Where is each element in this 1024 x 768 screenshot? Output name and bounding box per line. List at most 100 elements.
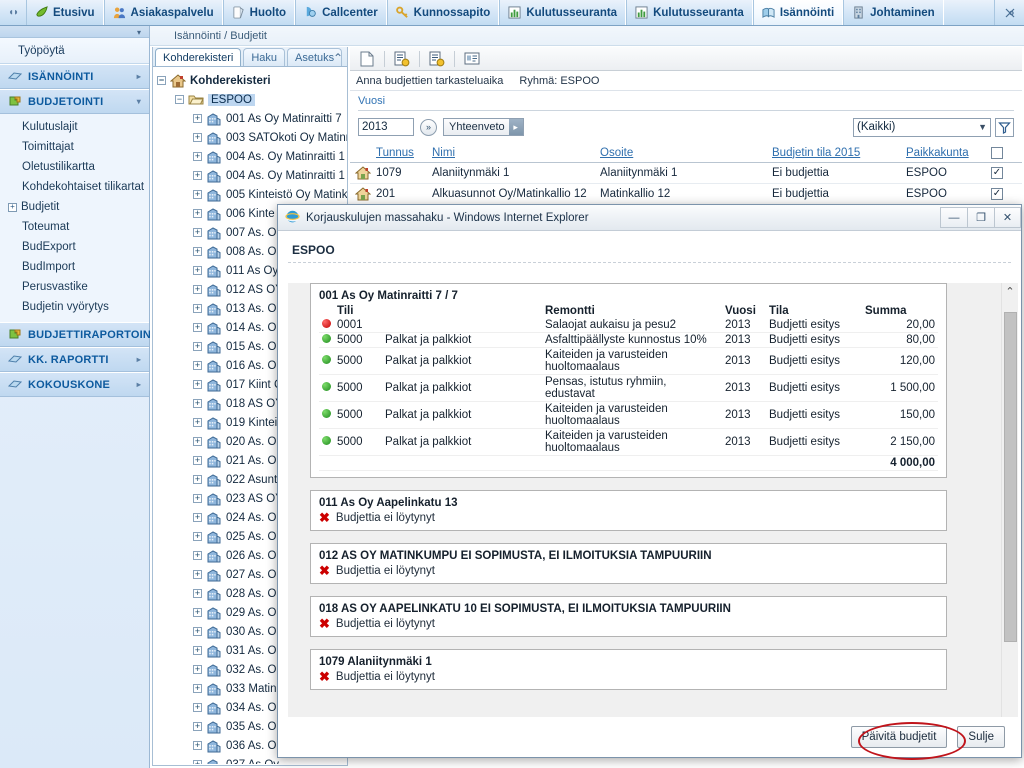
expand-plus-icon[interactable]: + <box>193 380 202 389</box>
expand-plus-icon[interactable]: + <box>193 418 202 427</box>
grid-header-tunnus[interactable]: Tunnus <box>376 147 432 159</box>
sidebar-collapse-bar[interactable]: ▾ <box>0 26 149 38</box>
grid-header-osoite[interactable]: Osoite <box>600 147 772 159</box>
table-row[interactable]: 201 Alkuasunnot Oy/Matinkallio 12 Matinkal… <box>350 184 1022 205</box>
summary-button[interactable]: Yhteenveto ▸ <box>443 118 524 136</box>
expand-plus-icon[interactable]: + <box>8 202 17 212</box>
dialog-close-button[interactable]: ✕ <box>994 207 1021 228</box>
tree-node[interactable]: +001 As Oy Matinraitti 7 <box>157 109 347 128</box>
sidebar-item-toimittajat[interactable]: Toimittajat <box>0 137 149 157</box>
sidebar-item-kohdekohtaiset-tilikartat[interactable]: Kohdekohtaiset tilikartat <box>0 177 149 197</box>
expand-plus-icon[interactable]: + <box>193 589 202 598</box>
expand-plus-icon[interactable]: + <box>193 703 202 712</box>
sidebar-item-toteumat[interactable]: Toteumat <box>0 217 149 237</box>
sidebar-item-budjetin-vyörytys[interactable]: Budjetin vyörytys <box>0 297 149 317</box>
expand-plus-icon[interactable]: + <box>193 551 202 560</box>
sidebar-group-kk-raportti[interactable]: KK. RAPORTTI ▸ <box>0 347 149 372</box>
expand-plus-icon[interactable]: + <box>193 285 202 294</box>
top-tab-kulutusseuranta-2[interactable]: Kulutusseuranta <box>626 0 753 25</box>
sidebar-item-budimport[interactable]: BudImport <box>0 257 149 277</box>
sidebar-group-is-nn-inti[interactable]: ISÄNNÖINTI ▸ <box>0 64 149 89</box>
new-document-icon[interactable] <box>356 49 378 69</box>
expand-plus-icon[interactable]: + <box>193 608 202 617</box>
expand-plus-icon[interactable]: + <box>193 570 202 579</box>
collapse-minus-icon[interactable]: − <box>175 95 184 104</box>
scrollbar-thumb[interactable] <box>1004 312 1017 642</box>
row-checkbox[interactable]: ✓ <box>991 188 1003 200</box>
expand-plus-icon[interactable]: + <box>193 323 202 332</box>
sidebar-group-budjettiraportoin-[interactable]: BUDJETTIRAPORTOIN...▸ <box>0 322 171 347</box>
card-view-icon[interactable] <box>461 49 483 69</box>
expand-plus-icon[interactable]: + <box>193 247 202 256</box>
expand-plus-icon[interactable]: + <box>193 665 202 674</box>
sidebar-item-oletustilikartta[interactable]: Oletustilikartta <box>0 157 149 177</box>
tree-tab-kohderekisteri[interactable]: Kohderekisteri <box>155 48 242 66</box>
chevron-up-icon[interactable]: ⌃ <box>1002 283 1018 300</box>
top-tab-is-nn-inti[interactable]: Isännöinti <box>752 0 844 25</box>
expand-plus-icon[interactable]: + <box>193 171 202 180</box>
sidebar-group-kokouskone[interactable]: KOKOUSKONE ▸ <box>0 372 149 397</box>
select-all-checkbox[interactable] <box>991 146 1003 159</box>
expand-plus-icon[interactable]: + <box>193 266 202 275</box>
sidebar-item-budjetit[interactable]: + Budjetit <box>0 197 149 217</box>
close-button[interactable]: Sulje <box>957 726 1005 748</box>
expand-plus-icon[interactable]: + <box>193 741 202 750</box>
dialog-scroll-area[interactable]: 001 As Oy Matinraitti 7 / 7 Tili Remontti V… <box>288 283 1011 731</box>
tree-node[interactable]: − Kohderekisteri <box>157 71 347 90</box>
dialog-title-bar[interactable]: Korjauskulujen massahaku - Windows Inter… <box>278 205 1021 231</box>
expand-plus-icon[interactable]: + <box>193 646 202 655</box>
expand-plus-icon[interactable]: + <box>193 532 202 541</box>
grid-header-paikkakunta[interactable]: Paikkakunta <box>906 147 986 159</box>
top-tab-johtaminen[interactable]: Johtaminen <box>843 0 944 25</box>
sidebar-item-workspace[interactable]: Työpöytä <box>0 38 149 64</box>
top-tab-etusivu[interactable]: Etusivu <box>26 0 104 25</box>
chevron-up-icon[interactable]: ⌃ <box>330 49 346 67</box>
sidebar-item-budexport[interactable]: BudExport <box>0 237 149 257</box>
expand-plus-icon[interactable]: + <box>193 475 202 484</box>
expand-plus-icon[interactable]: + <box>193 513 202 522</box>
row-checkbox[interactable]: ✓ <box>991 167 1003 179</box>
tree-node[interactable]: +004 As. Oy Matinraitti 1 <box>157 166 347 185</box>
expand-plus-icon[interactable]: + <box>193 437 202 446</box>
dialog-maximize-button[interactable]: ❐ <box>967 207 994 228</box>
scissors-icon[interactable] <box>994 0 1024 25</box>
expand-plus-icon[interactable]: + <box>193 760 202 764</box>
tree-node[interactable]: +003 SATOkoti Oy Matinr <box>157 128 347 147</box>
grid-header-nimi[interactable]: Nimi <box>432 147 600 159</box>
funnel-icon[interactable] <box>995 117 1014 137</box>
expand-plus-icon[interactable]: + <box>193 304 202 313</box>
dialog-minimize-button[interactable]: — <box>940 207 967 228</box>
double-chevron-right-icon[interactable]: » <box>420 118 437 136</box>
expand-plus-icon[interactable]: + <box>193 114 202 123</box>
expand-plus-icon[interactable]: + <box>193 494 202 503</box>
expand-plus-icon[interactable]: + <box>193 228 202 237</box>
collapse-minus-icon[interactable]: − <box>157 76 166 85</box>
top-tab-huolto[interactable]: Huolto <box>222 0 296 25</box>
sidebar-group-budjetointi[interactable]: BUDJETOINTI ▾ <box>0 89 149 114</box>
grid-header-budjetin-tila[interactable]: Budjetin tila 2015 <box>772 147 906 159</box>
sidebar-item-kulutuslajit[interactable]: Kulutuslajit <box>0 117 149 137</box>
expand-plus-icon[interactable]: + <box>193 456 202 465</box>
sidebar-item-perusvastike[interactable]: Perusvastike <box>0 277 149 297</box>
expand-plus-icon[interactable]: + <box>193 209 202 218</box>
tree-node[interactable]: − ESPOO <box>157 90 347 109</box>
update-budgets-button[interactable]: Päivitä budjetit <box>850 726 948 748</box>
expand-plus-icon[interactable]: + <box>193 190 202 199</box>
tab-nav-arrows[interactable]: ◖◗ <box>0 0 26 25</box>
top-tab-kulutusseuranta[interactable]: Kulutusseuranta <box>499 0 627 25</box>
top-tab-asiakaspalvelu[interactable]: Asiakaspalvelu <box>103 0 223 25</box>
year-input[interactable] <box>358 118 414 136</box>
tree-node[interactable]: +004 As. Oy Matinraitti 1 <box>157 147 347 166</box>
tree-tab-haku[interactable]: Haku <box>243 48 286 66</box>
expand-plus-icon[interactable]: + <box>193 684 202 693</box>
import-report-icon[interactable] <box>391 49 413 69</box>
expand-plus-icon[interactable]: + <box>193 627 202 636</box>
table-row[interactable]: 1079 Alaniitynmäki 1 Alaniitynmäki 1 Ei bud… <box>350 163 1022 184</box>
filter-select[interactable]: (Kaikki) ▼ <box>853 117 991 137</box>
expand-plus-icon[interactable]: + <box>193 361 202 370</box>
expand-plus-icon[interactable]: + <box>193 722 202 731</box>
expand-plus-icon[interactable]: + <box>193 342 202 351</box>
top-tab-callcenter[interactable]: Callcenter <box>295 0 387 25</box>
expand-plus-icon[interactable]: + <box>193 152 202 161</box>
expand-plus-icon[interactable]: + <box>193 133 202 142</box>
